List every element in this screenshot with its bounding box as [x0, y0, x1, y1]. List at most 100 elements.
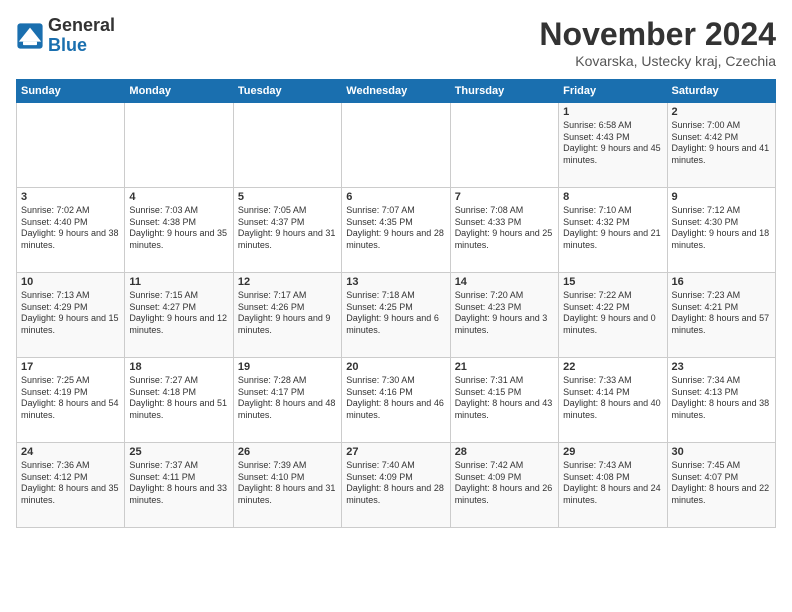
day-number: 1 — [563, 106, 662, 118]
day-info: Daylight: 9 hours and 35 minutes. — [129, 228, 228, 251]
day-info: Daylight: 8 hours and 40 minutes. — [563, 398, 662, 421]
day-info: Sunrise: 7:25 AM — [21, 375, 120, 387]
day-number: 4 — [129, 191, 228, 203]
col-monday: Monday — [125, 80, 233, 103]
day-info: Sunrise: 7:27 AM — [129, 375, 228, 387]
day-info: Sunrise: 7:40 AM — [346, 460, 445, 472]
table-row: 17Sunrise: 7:25 AMSunset: 4:19 PMDayligh… — [17, 358, 776, 443]
day-info: Sunset: 4:17 PM — [238, 387, 337, 399]
day-number: 30 — [672, 446, 771, 458]
table-cell: 11 Sunrise: 7:15 AMSunset: 4:27 PMDayligh… — [125, 273, 233, 358]
day-info: Daylight: 9 hours and 21 minutes. — [563, 228, 662, 251]
day-info: Daylight: 8 hours and 35 minutes. — [21, 483, 120, 506]
day-number: 12 — [238, 276, 337, 288]
day-info: Sunrise: 7:12 AM — [672, 205, 771, 217]
day-number: 19 — [238, 361, 337, 373]
day-info: Daylight: 9 hours and 9 minutes. — [238, 313, 337, 336]
day-info: Sunset: 4:38 PM — [129, 217, 228, 229]
day-info: Sunset: 4:15 PM — [455, 387, 554, 399]
day-info: Sunset: 4:13 PM — [672, 387, 771, 399]
col-saturday: Saturday — [667, 80, 775, 103]
day-info: Sunrise: 7:15 AM — [129, 290, 228, 302]
day-number: 14 — [455, 276, 554, 288]
day-info: Sunrise: 7:20 AM — [455, 290, 554, 302]
day-info: Sunrise: 7:30 AM — [346, 375, 445, 387]
day-info: Daylight: 8 hours and 24 minutes. — [563, 483, 662, 506]
table-cell: 24Sunrise: 7:36 AMSunset: 4:12 PMDayligh… — [17, 443, 125, 528]
day-info: Sunrise: 7:17 AM — [238, 290, 337, 302]
table-row: 24Sunrise: 7:36 AMSunset: 4:12 PMDayligh… — [17, 443, 776, 528]
table-cell: 19 Sunrise: 7:28 AMSunset: 4:17 PMDayligh… — [233, 358, 341, 443]
day-number: 8 — [563, 191, 662, 203]
col-sunday: Sunday — [17, 80, 125, 103]
day-info: Sunset: 4:30 PM — [672, 217, 771, 229]
table-cell: 7Sunrise: 7:08 AMSunset: 4:33 PMDaylight… — [450, 188, 558, 273]
day-info: Sunrise: 7:13 AM — [21, 290, 120, 302]
day-info: Daylight: 8 hours and 51 minutes. — [129, 398, 228, 421]
day-info: Sunset: 4:42 PM — [672, 132, 771, 144]
calendar-table: Sunday Monday Tuesday Wednesday Thursday… — [16, 79, 776, 528]
day-info: Sunset: 4:32 PM — [563, 217, 662, 229]
day-number: 28 — [455, 446, 554, 458]
table-cell: 22Sunrise: 7:33 AMSunset: 4:14 PMDayligh… — [559, 358, 667, 443]
day-number: 20 — [346, 361, 445, 373]
day-info: Sunset: 4:08 PM — [563, 472, 662, 484]
day-info: Daylight: 8 hours and 22 minutes. — [672, 483, 771, 506]
table-cell: 21Sunrise: 7:31 AMSunset: 4:15 PMDayligh… — [450, 358, 558, 443]
day-info: Daylight: 9 hours and 28 minutes. — [346, 228, 445, 251]
day-number: 5 — [238, 191, 337, 203]
day-info: Sunset: 4:27 PM — [129, 302, 228, 314]
table-cell: 10Sunrise: 7:13 AMSunset: 4:29 PMDayligh… — [17, 273, 125, 358]
day-info: Sunrise: 7:43 AM — [563, 460, 662, 472]
col-thursday: Thursday — [450, 80, 558, 103]
day-number: 23 — [672, 361, 771, 373]
day-info: Sunset: 4:12 PM — [21, 472, 120, 484]
day-info: Daylight: 8 hours and 54 minutes. — [21, 398, 120, 421]
day-info: Sunrise: 7:03 AM — [129, 205, 228, 217]
table-cell — [125, 103, 233, 188]
table-cell — [450, 103, 558, 188]
day-info: Daylight: 9 hours and 12 minutes. — [129, 313, 228, 336]
day-info: Sunset: 4:35 PM — [346, 217, 445, 229]
day-info: Sunrise: 7:08 AM — [455, 205, 554, 217]
day-info: Sunrise: 7:33 AM — [563, 375, 662, 387]
day-number: 11 — [129, 276, 228, 288]
page: General Blue November 2024 Kovarska, Ust… — [0, 0, 792, 612]
day-info: Daylight: 8 hours and 43 minutes. — [455, 398, 554, 421]
day-info: Sunset: 4:22 PM — [563, 302, 662, 314]
day-number: 18 — [129, 361, 228, 373]
day-info: Sunset: 4:21 PM — [672, 302, 771, 314]
day-info: Sunrise: 7:31 AM — [455, 375, 554, 387]
day-info: Sunrise: 7:10 AM — [563, 205, 662, 217]
day-info: Sunrise: 7:28 AM — [238, 375, 337, 387]
day-info: Daylight: 8 hours and 38 minutes. — [672, 398, 771, 421]
table-cell: 13Sunrise: 7:18 AMSunset: 4:25 PMDayligh… — [342, 273, 450, 358]
day-number: 24 — [21, 446, 120, 458]
header: General Blue November 2024 Kovarska, Ust… — [16, 16, 776, 69]
day-info: Sunrise: 7:18 AM — [346, 290, 445, 302]
day-info: Sunset: 4:11 PM — [129, 472, 228, 484]
day-info: Sunrise: 7:34 AM — [672, 375, 771, 387]
day-info: Daylight: 8 hours and 57 minutes. — [672, 313, 771, 336]
table-cell: 4 Sunrise: 7:03 AMSunset: 4:38 PMDaylight… — [125, 188, 233, 273]
table-cell: 9Sunrise: 7:12 AMSunset: 4:30 PMDaylight… — [667, 188, 775, 273]
day-info: Sunrise: 7:02 AM — [21, 205, 120, 217]
day-number: 26 — [238, 446, 337, 458]
table-cell: 26Sunrise: 7:39 AMSunset: 4:10 PMDayligh… — [233, 443, 341, 528]
table-cell: 27Sunrise: 7:40 AMSunset: 4:09 PMDayligh… — [342, 443, 450, 528]
day-info: Sunset: 4:23 PM — [455, 302, 554, 314]
day-number: 10 — [21, 276, 120, 288]
table-cell: 28Sunrise: 7:42 AMSunset: 4:09 PMDayligh… — [450, 443, 558, 528]
day-info: Daylight: 9 hours and 25 minutes. — [455, 228, 554, 251]
logo-blue-text: Blue — [48, 35, 87, 55]
day-info: Sunrise: 7:39 AM — [238, 460, 337, 472]
day-info: Daylight: 9 hours and 3 minutes. — [455, 313, 554, 336]
table-cell: 1Sunrise: 6:58 AMSunset: 4:43 PMDaylight… — [559, 103, 667, 188]
table-cell: 29Sunrise: 7:43 AMSunset: 4:08 PMDayligh… — [559, 443, 667, 528]
day-info: Daylight: 9 hours and 38 minutes. — [21, 228, 120, 251]
day-info: Daylight: 9 hours and 6 minutes. — [346, 313, 445, 336]
day-info: Daylight: 8 hours and 48 minutes. — [238, 398, 337, 421]
day-info: Sunset: 4:16 PM — [346, 387, 445, 399]
day-info: Sunrise: 6:58 AM — [563, 120, 662, 132]
day-number: 13 — [346, 276, 445, 288]
